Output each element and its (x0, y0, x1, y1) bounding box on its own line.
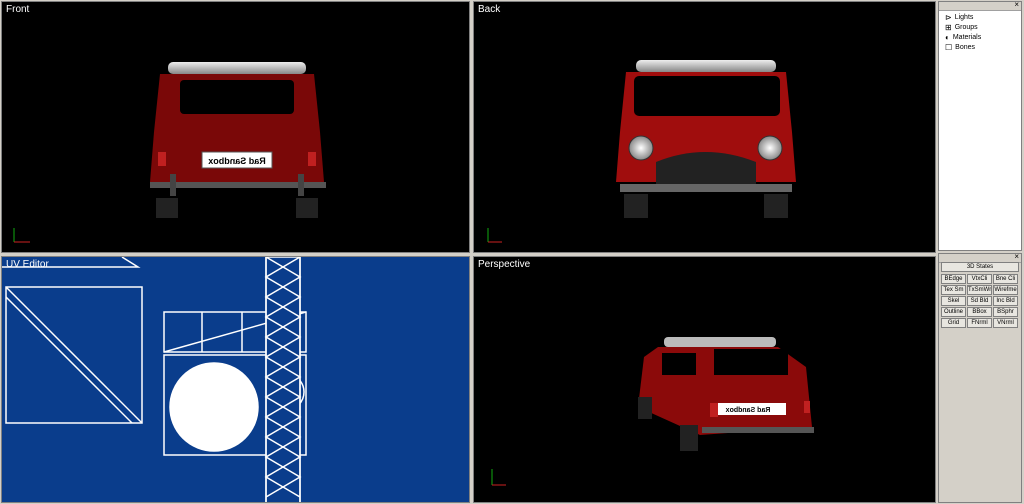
tree-item-label: Lights (954, 13, 974, 21)
state-button[interactable]: Inc Bld (993, 296, 1018, 306)
light-icon: ⊳ (945, 12, 952, 22)
state-button[interactable]: BSphr (993, 307, 1018, 317)
viewport-uv-editor[interactable]: UV Editor (1, 256, 470, 503)
state-button[interactable]: Sd Bld (967, 296, 992, 306)
state-button[interactable]: Bne Cli (993, 274, 1018, 284)
groups-icon: ⊞ (945, 22, 952, 32)
viewport-back[interactable]: Back (473, 1, 936, 253)
tree-item-label: Bones (955, 43, 976, 51)
tree-item-label: Materials (952, 33, 982, 41)
license-plate: Rad Sandbox (726, 407, 771, 414)
uv-wireframe (2, 257, 307, 502)
back-car-render (487, 60, 796, 243)
state-button[interactable]: TxSmWr (967, 285, 992, 295)
states-header-button[interactable]: 3D States (941, 262, 1019, 272)
tree-item-bones[interactable]: ☐ Bones (945, 42, 975, 52)
state-button[interactable]: VtxCli (967, 274, 992, 284)
tree-item-groups[interactable]: ⊞ Groups (945, 22, 978, 32)
scene-tree-panel: × ⊳ Lights ⊞ Groups ◐ Materials ☐ Bones (938, 0, 1022, 251)
perspective-car-render: Rad Sandbox (491, 337, 814, 486)
state-button[interactable]: Skel (941, 296, 966, 306)
tree-item-label: Groups (954, 23, 978, 31)
close-icon[interactable]: × (1014, 0, 1019, 9)
state-button[interactable]: Grid (941, 318, 966, 328)
bones-icon: ☐ (945, 42, 953, 52)
tree-item-lights[interactable]: ⊳ Lights (945, 12, 973, 22)
states-panel: × 3D States BEdge VtxCli Bne Cli Tex Sm TxSm… (938, 252, 1022, 503)
viewport-label: Perspective (478, 259, 531, 270)
viewport-label: Back (478, 4, 501, 15)
front-car-render: Rad Sandbox (13, 62, 326, 243)
state-button[interactable]: FNrml (967, 318, 992, 328)
state-button[interactable]: BEdge (941, 274, 966, 284)
viewport-front[interactable]: Front Rad Sandbox (1, 1, 470, 253)
state-button[interactable]: Tex Sm (941, 285, 966, 295)
license-plate: Rad Sandbox (208, 156, 266, 166)
state-button[interactable]: BBox (967, 307, 992, 317)
close-icon[interactable]: × (1014, 252, 1019, 261)
state-button[interactable]: Outline (941, 307, 966, 317)
state-button[interactable]: Wirefme (993, 285, 1018, 295)
viewport-label: UV Editor (6, 259, 49, 270)
viewport-perspective[interactable]: Perspective Rad Sandbox (473, 256, 936, 503)
state-button[interactable]: VNrml (993, 318, 1018, 328)
viewport-label: Front (6, 4, 30, 15)
materials-icon: ◐ (945, 32, 950, 42)
tree-item-materials[interactable]: ◐ Materials (945, 32, 981, 42)
